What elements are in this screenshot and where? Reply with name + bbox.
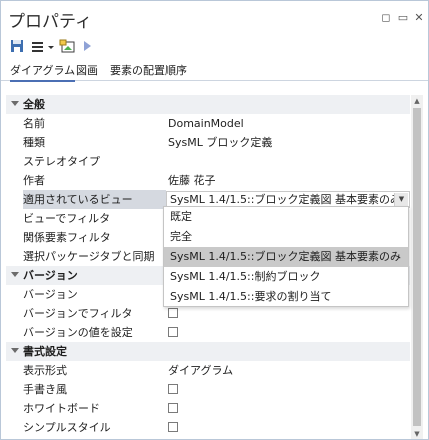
property-row[interactable]: 手書き風 <box>6 380 410 399</box>
property-row[interactable]: 名前 DomainModel <box>6 114 410 133</box>
tab-bar: ダイアグラム 図画 要素の配置順序 <box>1 59 428 82</box>
play-icon[interactable] <box>81 38 93 54</box>
collapse-arrow-icon[interactable] <box>11 272 19 277</box>
property-value[interactable]: 佐藤 花子 <box>168 171 216 190</box>
dropdown-option[interactable]: 既定 <box>164 207 408 227</box>
section-title: 全般 <box>23 98 45 111</box>
property-value[interactable]: DomainModel <box>168 114 244 133</box>
checkbox[interactable] <box>168 422 178 432</box>
section-general[interactable]: 全般 <box>6 95 410 114</box>
section-title: 書式設定 <box>23 345 67 358</box>
tab-drawing[interactable]: 図画 <box>76 62 98 78</box>
tab-diagram[interactable]: ダイアグラム <box>10 62 76 82</box>
close-icon[interactable]: ✕ <box>412 11 426 25</box>
property-name: バージョン <box>23 288 78 301</box>
scroll-down-icon[interactable]: ▼ <box>411 428 423 439</box>
vertical-scrollbar[interactable]: ▲ ▼ <box>411 95 423 439</box>
property-name: 関係要素フィルタ <box>23 231 111 244</box>
checkbox[interactable] <box>168 308 178 318</box>
property-row[interactable]: 作者 佐藤 花子 <box>6 171 410 190</box>
property-name: バージョンでフィルタ <box>23 307 133 320</box>
section-title: バージョン <box>23 269 78 282</box>
property-name: ステレオタイプ <box>23 155 100 168</box>
scroll-up-icon[interactable]: ▲ <box>411 95 423 107</box>
pin-icon[interactable]: ▭ <box>396 11 410 25</box>
property-name: 選択パッケージタブと同期 <box>23 250 155 263</box>
collapse-arrow-icon[interactable] <box>11 101 19 106</box>
checkbox[interactable] <box>168 384 178 394</box>
toolbar <box>1 35 428 57</box>
float-icon[interactable]: ◻ <box>379 11 393 25</box>
property-row[interactable]: バージョンの値を設定 <box>6 323 410 342</box>
checkbox[interactable] <box>168 403 178 413</box>
property-name: 適用されているビュー <box>23 190 166 209</box>
applied-view-dropdown-list: 既定 完全 SysML 1.4/1.5::ブロック定義図 基本要素のみ SysM… <box>163 206 409 307</box>
property-name: ビューでフィルタ <box>23 212 111 225</box>
chevron-down-icon[interactable]: ▼ <box>394 193 408 206</box>
property-row[interactable]: 表示形式 ダイアグラム <box>6 361 410 380</box>
property-row[interactable]: シンプルスタイル <box>6 418 410 437</box>
property-row[interactable]: ステレオタイプ <box>6 152 410 171</box>
dropdown-option[interactable]: 完全 <box>164 227 408 247</box>
image-icon[interactable] <box>59 38 75 54</box>
save-icon[interactable] <box>10 38 24 54</box>
properties-window: プロパティ ◻ ▭ ✕ ダイアグラム 図画 要素の配置順序 全般 名前 Doma… <box>0 0 429 440</box>
checkbox[interactable] <box>168 327 178 337</box>
property-name: 種類 <box>23 136 45 149</box>
property-row[interactable]: 種類 SysML ブロック定義 <box>6 133 410 152</box>
property-name: 手書き風 <box>23 383 67 396</box>
property-name: バージョンの値を設定 <box>23 326 133 339</box>
window-title: プロパティ <box>8 12 92 32</box>
property-name: シンプルスタイル <box>23 421 111 434</box>
property-name: ホワイトボード <box>23 402 100 415</box>
dropdown-option-selected[interactable]: SysML 1.4/1.5::ブロック定義図 基本要素のみ <box>164 247 408 267</box>
dropdown-option[interactable]: SysML 1.4/1.5::制約ブロック <box>164 267 408 287</box>
tab-element-order[interactable]: 要素の配置順序 <box>110 62 187 78</box>
property-name: 作者 <box>23 174 45 187</box>
property-name: 名前 <box>23 117 45 130</box>
dropdown-option[interactable]: SysML 1.4/1.5::要求の割り当て <box>164 287 408 307</box>
property-name: 表示形式 <box>23 364 67 377</box>
menu-icon[interactable] <box>31 38 45 54</box>
dropdown-arrow-icon[interactable] <box>47 38 55 54</box>
property-value[interactable]: ダイアグラム <box>168 361 233 380</box>
scroll-thumb[interactable] <box>413 108 421 426</box>
applied-view-value: SysML 1.4/1.5::ブロック定義図 基本要素のみ <box>170 193 401 206</box>
collapse-arrow-icon[interactable] <box>11 348 19 353</box>
property-row[interactable]: ホワイトボード <box>6 399 410 418</box>
property-value[interactable]: SysML ブロック定義 <box>168 133 272 152</box>
title-bar: プロパティ ◻ ▭ ✕ <box>1 1 428 33</box>
section-formatting[interactable]: 書式設定 <box>6 342 410 361</box>
